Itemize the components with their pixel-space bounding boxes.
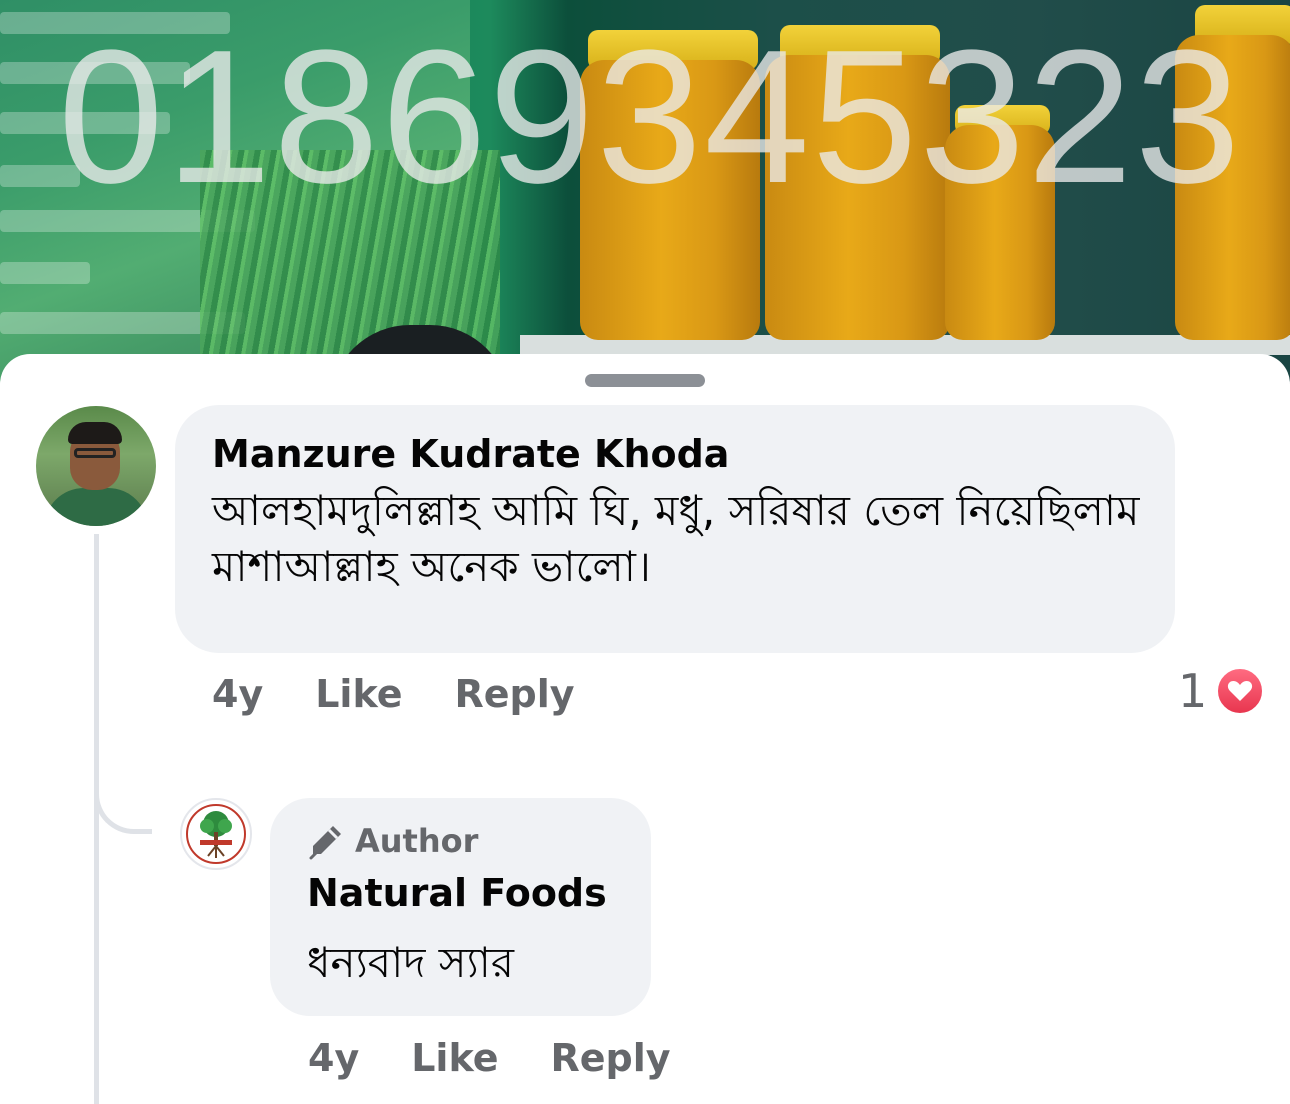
reply-button[interactable]: Reply [550,1036,670,1080]
avatar-glasses [74,448,116,458]
heart-icon [1215,666,1266,716]
reply-bubble[interactable]: Author Natural Foods ধন্যবাদ স্যার [270,798,651,1016]
reply-text: ধন্যবাদ স্যার [307,938,514,987]
phone-number-overlay: 01869345323 [58,11,1243,223]
tree-logo-icon [200,811,232,858]
comment-actions: 4y Like Reply [212,672,575,716]
reply-actions: 4y Like Reply [308,1036,671,1080]
avatar-hair [68,422,122,444]
pen-icon [309,826,341,860]
sheet-grabber[interactable] [585,374,705,387]
reply-button[interactable]: Reply [454,672,574,716]
background-photo: 01869345323 [0,0,1290,400]
comment-time[interactable]: 4y [212,672,263,716]
thread-connector [94,744,152,834]
author-badge: Author [307,822,478,860]
comment-text: আলহামদুলিল্লাহ আমি ঘি, মধু, সরিষার তেল ন… [212,486,1140,591]
comments-sheet: Manzure Kudrate Khoda আলহামদুলিল্লাহ আমি… [0,354,1290,1104]
like-button[interactable]: Like [411,1036,498,1080]
comment-bubble[interactable]: Manzure Kudrate Khoda আলহামদুলিল্লাহ আমি… [175,405,1175,653]
reaction-count: 1 [1178,664,1208,718]
reply-time[interactable]: 4y [308,1036,359,1080]
banner-text-line [0,262,90,284]
reply-author[interactable]: Natural Foods [307,871,607,915]
comment-author[interactable]: Manzure Kudrate Khoda [212,432,729,476]
reaction-summary[interactable]: 1 [1178,664,1266,718]
thread-line [94,534,99,1104]
like-button[interactable]: Like [315,672,402,716]
author-badge-label: Author [355,822,479,860]
avatar-shirt [44,488,148,526]
page-avatar[interactable] [180,798,252,870]
avatar[interactable] [36,406,156,526]
